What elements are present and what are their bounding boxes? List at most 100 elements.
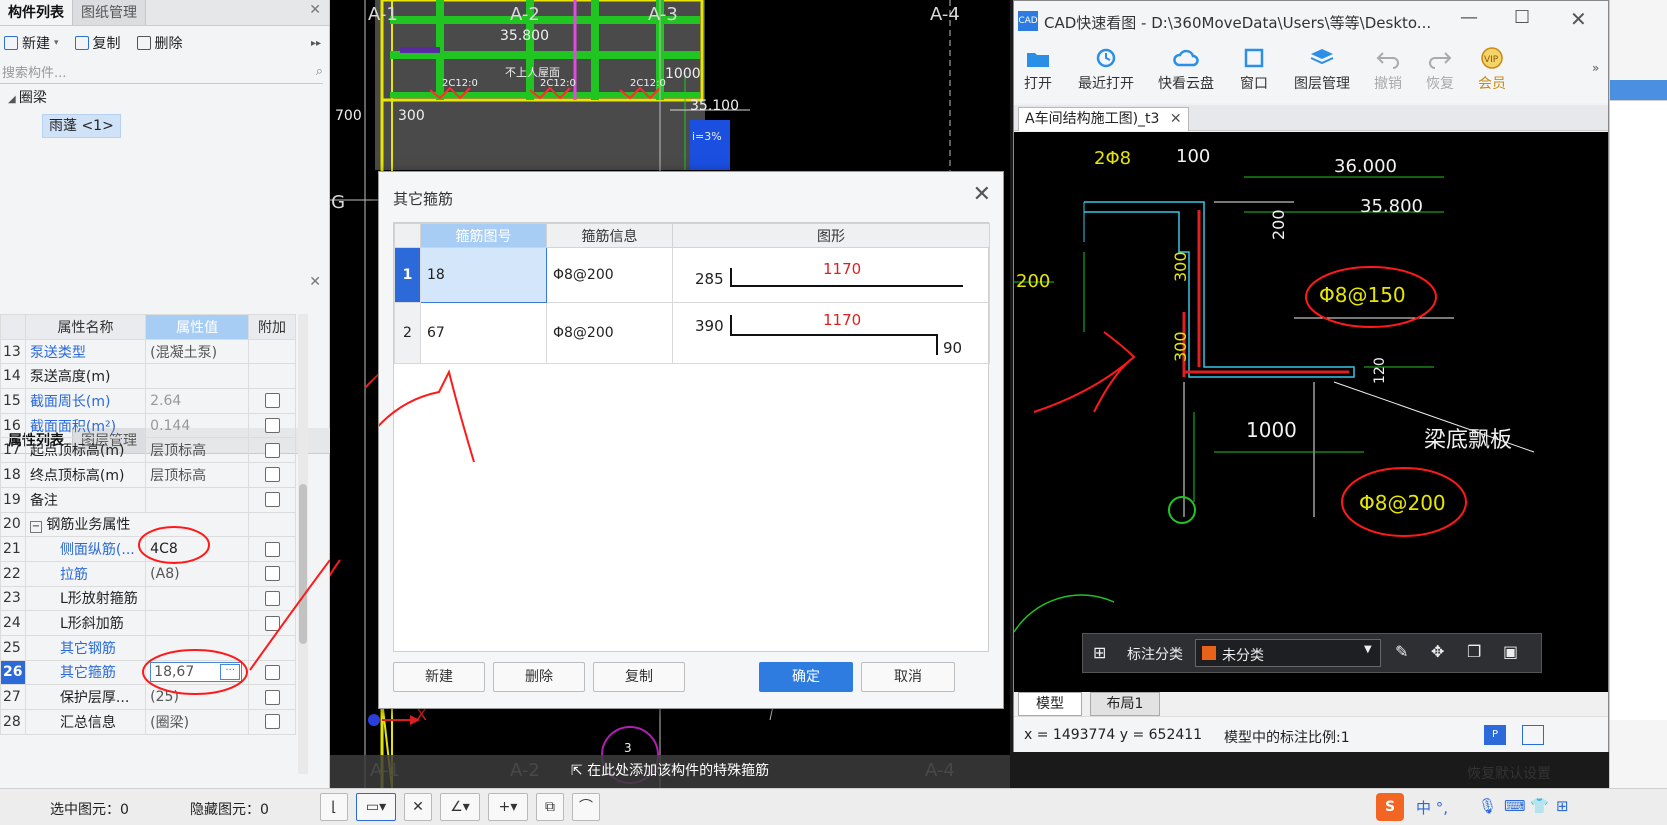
cancel-button[interactable]: 取消 <box>861 662 955 692</box>
recent-open-button[interactable]: 最近打开 <box>1078 47 1134 93</box>
checkbox[interactable] <box>264 442 280 458</box>
copy-button[interactable]: 复制 <box>593 662 685 692</box>
paste-icon[interactable]: ▣ <box>1503 642 1518 661</box>
select-box-icon[interactable]: ▭▾ <box>356 793 396 821</box>
tab-drawing-manager[interactable]: 图纸管理 <box>73 0 146 25</box>
checkbox[interactable] <box>264 689 280 705</box>
table-row[interactable]: 25 其它钢筋 <box>0 634 296 661</box>
category-select[interactable]: 未分类 ▼ <box>1195 639 1381 667</box>
checkbox[interactable] <box>264 566 280 582</box>
delete-button[interactable]: 删除 <box>136 33 183 53</box>
vertical-scrollbar[interactable] <box>298 314 308 774</box>
table-row[interactable]: 19 备注 <box>0 486 296 513</box>
stirrup-code-cell[interactable]: 67 <box>420 302 547 364</box>
ime-logo-icon[interactable]: S <box>1376 793 1404 821</box>
stirrup-info-cell[interactable]: Φ8@200 <box>546 302 673 364</box>
maximize-icon[interactable]: ☐ <box>1514 7 1530 28</box>
cross-icon[interactable]: ✕ <box>404 793 432 821</box>
edit-icon[interactable]: ✎ <box>1395 642 1408 661</box>
minimize-icon[interactable]: — <box>1460 7 1478 28</box>
table-row[interactable]: 21 侧面纵筋(... 4C8 <box>0 536 296 562</box>
chevron-down-icon[interactable]: ▾ <box>54 38 59 48</box>
layer-manager-button[interactable]: 图层管理 <box>1294 47 1350 93</box>
undo-button[interactable]: 撤销 <box>1374 47 1402 93</box>
stirrup-info-cell[interactable]: Φ8@200 <box>546 247 673 303</box>
keyboard-icon[interactable]: ⌨ <box>1504 797 1526 815</box>
checkbox[interactable] <box>264 615 280 631</box>
shirt-icon[interactable]: 👕 <box>1530 797 1549 815</box>
ime-mode-icon[interactable]: 中 °, <box>1416 797 1448 818</box>
tree-item-selected[interactable]: 雨蓬 <1> <box>42 114 121 138</box>
copy-button[interactable]: 复制 <box>74 33 121 53</box>
search-input[interactable]: 搜索构件... ⌕ <box>0 60 323 84</box>
grid-icon[interactable]: ⊞ <box>1556 797 1569 815</box>
table-row[interactable]: 24 L形斜加筋 <box>0 610 296 636</box>
table-row[interactable]: 23 L形放射箍筋 <box>0 585 296 612</box>
angle-icon[interactable]: ∠▾ <box>440 793 480 821</box>
search-icon[interactable]: ⌕ <box>316 64 323 79</box>
snap-icon[interactable]: P <box>1484 725 1506 745</box>
close-icon[interactable]: ✕ <box>309 2 321 18</box>
tab-model[interactable]: 模型 <box>1018 692 1082 716</box>
side-tab[interactable] <box>1610 80 1667 100</box>
table-row[interactable]: 16 截面面积(m²) 0.144 <box>0 412 296 439</box>
stirrup-shape-cell[interactable]: 285 1170 <box>672 247 990 303</box>
close-icon[interactable]: ✕ <box>973 182 991 207</box>
checkbox[interactable] <box>264 590 280 606</box>
table-row[interactable]: 17 起点顶标高(m) 层顶标高 <box>0 437 296 464</box>
ok-button[interactable]: 确定 <box>759 662 853 692</box>
insert-icon[interactable]: +▾ <box>488 793 528 821</box>
checkbox[interactable] <box>264 714 280 730</box>
delete-button[interactable]: 删除 <box>493 662 585 692</box>
table-row-selected[interactable]: 1 18 Φ8@200 285 1170 <box>394 247 990 303</box>
checkbox[interactable] <box>264 418 280 434</box>
table-row[interactable]: 14 泵送高度(m) <box>0 363 296 390</box>
microphone-icon[interactable]: 🎙 <box>1478 797 1497 815</box>
tree-group[interactable]: ◢ 圈梁 <box>0 84 329 112</box>
tab-layout1[interactable]: 布局1 <box>1090 692 1160 716</box>
new-button[interactable]: 新建 <box>393 662 485 692</box>
restore-default-button[interactable]: 恢复默认设置 <box>1467 763 1551 783</box>
table-row[interactable]: 28 汇总信息 (圈梁) <box>0 709 296 735</box>
close-icon[interactable]: ✕ <box>309 274 321 290</box>
cloud-disk-button[interactable]: 快看云盘 <box>1158 47 1214 93</box>
new-button[interactable]: 新建 ▾ <box>4 33 59 53</box>
stirrup-shape-cell[interactable]: 390 1170 90 <box>672 302 990 364</box>
snapshot-icon[interactable]: ⧉ <box>536 793 564 821</box>
ortho-icon[interactable]: ⌊ <box>320 793 348 821</box>
checkbox[interactable] <box>264 492 280 508</box>
table-row[interactable]: 22 拉筋 (A8) <box>0 560 296 587</box>
chevron-down-icon[interactable]: ▼ <box>1364 644 1372 655</box>
curve-icon[interactable]: ⌒ <box>572 793 600 821</box>
table-row[interactable]: 27 保护层厚... (25) <box>0 684 296 710</box>
table-row[interactable]: 13 泵送类型 (混凝土泵) <box>0 338 296 365</box>
scrollbar-thumb[interactable] <box>299 484 307 644</box>
table-row[interactable]: 20− 钢筋业务属性 <box>0 511 296 538</box>
expand-icon[interactable]: ▸▸ <box>311 38 321 49</box>
table-row-selected[interactable]: 26 其它箍筋 18,67 ··· <box>0 659 296 686</box>
table-row[interactable]: 18 终点顶标高(m) 层顶标高 <box>0 462 296 488</box>
close-icon[interactable]: ✕ <box>1570 7 1587 31</box>
table-row[interactable]: 15 截面周长(m) 2.64 <box>0 388 296 414</box>
window-mode-icon[interactable] <box>1522 725 1544 745</box>
more-icon[interactable]: ··· <box>220 664 241 681</box>
checkbox[interactable] <box>264 664 280 680</box>
grid-icon[interactable]: ⊞ <box>1093 643 1106 662</box>
close-icon[interactable]: ✕ <box>1170 111 1182 127</box>
collapse-icon[interactable]: ◢ <box>8 94 19 105</box>
copy-icon[interactable]: ❐ <box>1467 642 1481 661</box>
stirrup-code-cell[interactable]: 18 <box>420 247 547 303</box>
tab-component-list[interactable]: 构件列表 <box>0 0 73 25</box>
window-button[interactable]: 窗口 <box>1240 47 1268 93</box>
other-stirrup-value-input[interactable]: 18,67 ··· <box>150 662 243 683</box>
checkbox[interactable] <box>264 467 280 483</box>
move-icon[interactable]: ✥ <box>1431 642 1444 661</box>
expand-icon[interactable]: » <box>1592 61 1599 75</box>
collapse-icon[interactable]: − <box>29 521 42 534</box>
redo-button[interactable]: 恢复 <box>1426 47 1454 93</box>
vip-button[interactable]: VIP 会员 <box>1478 47 1506 93</box>
checkbox[interactable] <box>264 393 280 409</box>
checkbox[interactable] <box>264 541 280 557</box>
document-tab[interactable]: A车间结构施工图)_t3 ✕ <box>1018 107 1189 131</box>
viewer-drawing[interactable]: 2Φ8 100 36.000 35.800 200 300 Φ8@150 300… <box>1014 132 1608 692</box>
